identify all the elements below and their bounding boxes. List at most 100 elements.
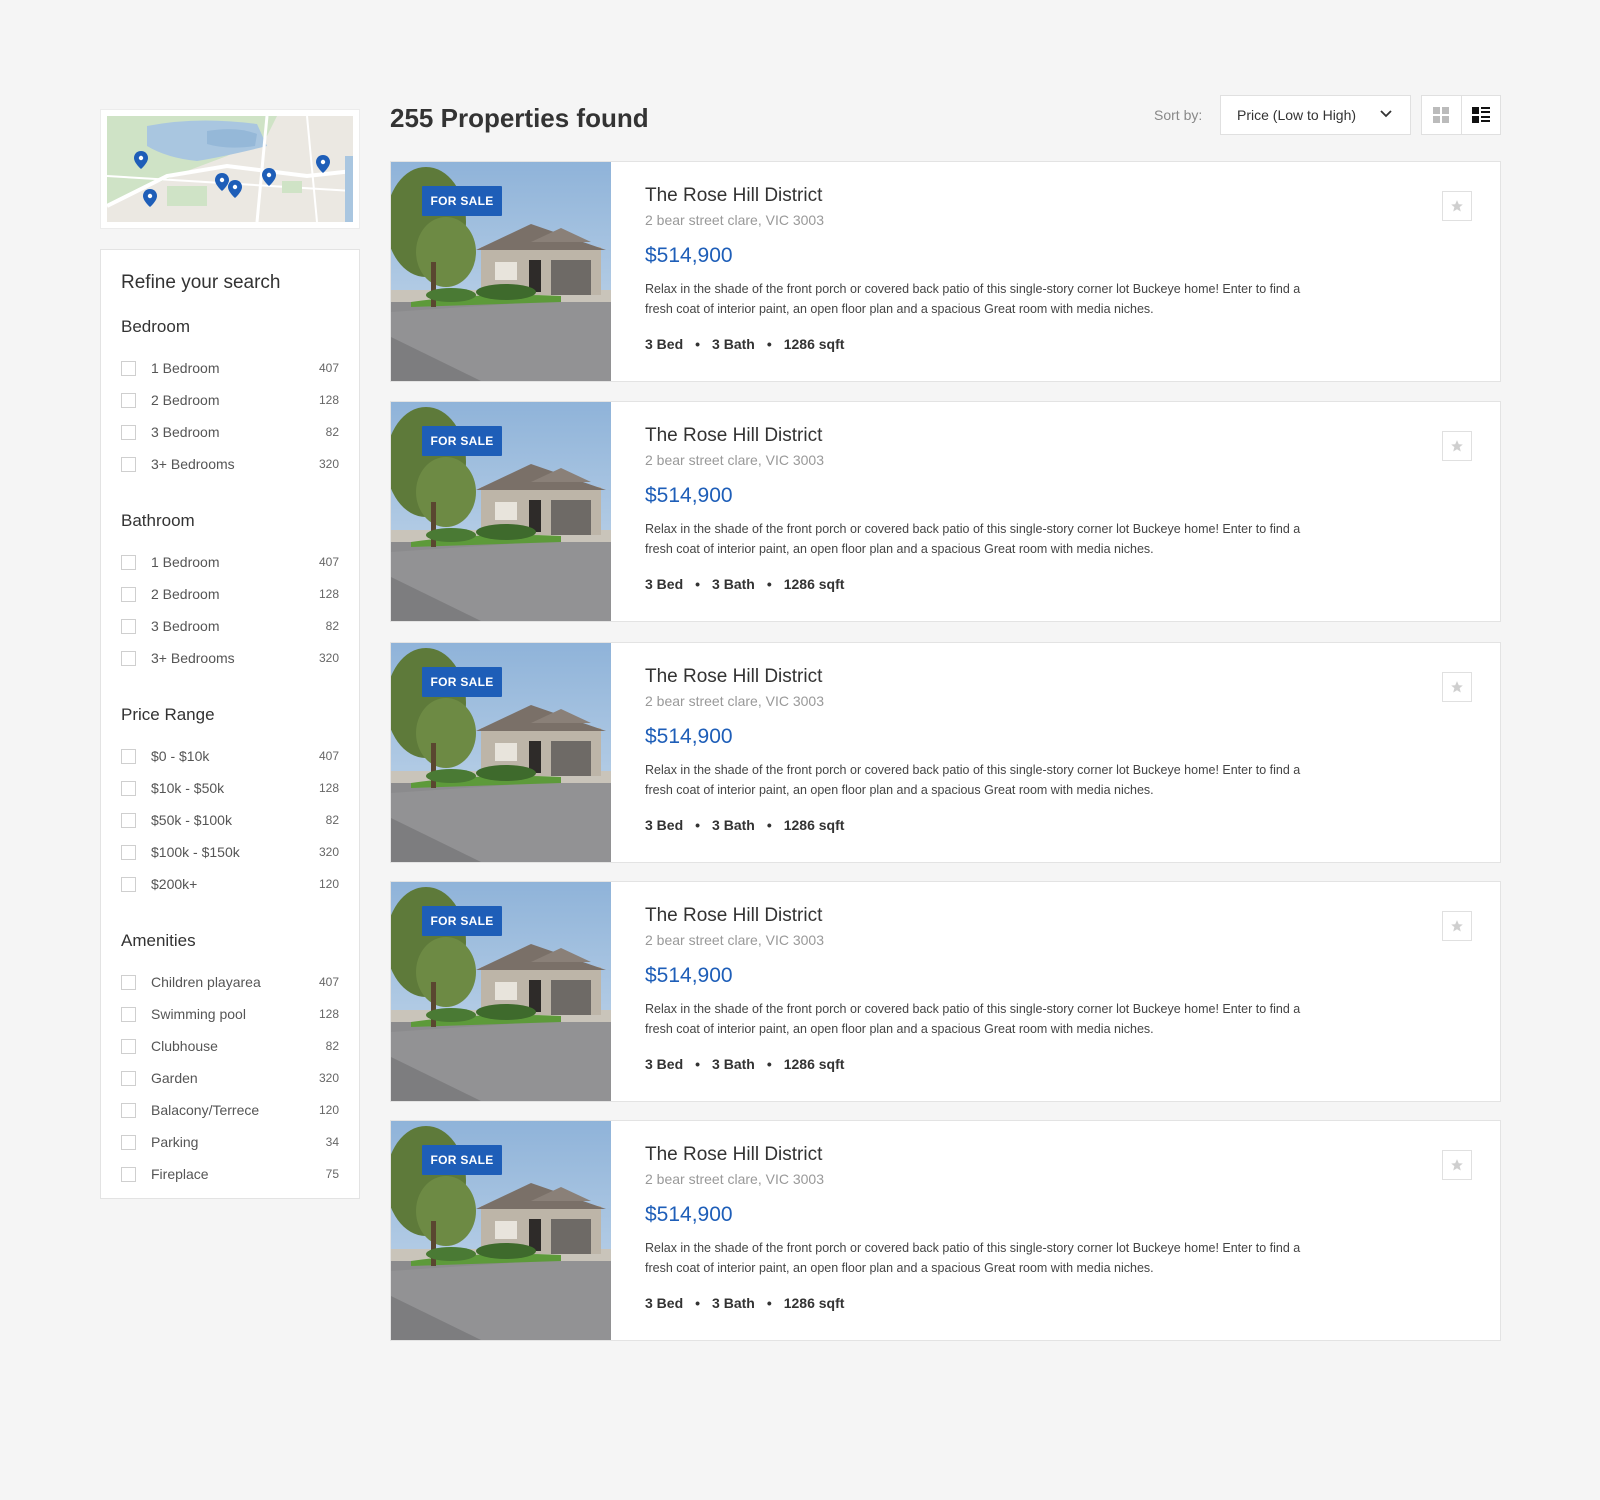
favorite-button[interactable]: [1442, 911, 1472, 941]
filter-checkbox[interactable]: [121, 1038, 136, 1054]
filter-checkbox[interactable]: [121, 392, 136, 408]
for-sale-badge: FOR SALE: [422, 1145, 502, 1175]
sort-selected-value: Price (Low to High): [1237, 107, 1357, 123]
listing-description: Relax in the shade of the front porch or…: [645, 282, 1301, 316]
filter-option-count: 128: [318, 1007, 339, 1021]
filter-checkbox[interactable]: [121, 424, 136, 440]
filter-option[interactable]: $200k+ 120: [121, 868, 339, 900]
filter-option[interactable]: 3 Bedroom 82: [121, 416, 339, 448]
map-thumbnail[interactable]: [100, 109, 360, 229]
listing-description: Relax in the shade of the front porch or…: [645, 522, 1301, 556]
chevron-down-icon: [1380, 110, 1392, 118]
filter-option-label: $100k - $150k: [151, 844, 240, 860]
listing-title[interactable]: The Rose Hill District: [645, 903, 822, 929]
filter-option[interactable]: $10k - $50k 128: [121, 772, 339, 804]
filter-option-count: 82: [325, 425, 339, 439]
listing-title[interactable]: The Rose Hill District: [645, 423, 822, 449]
filter-option-label: Balacony/Terrece: [151, 1102, 260, 1118]
filter-option-count: 82: [325, 813, 339, 827]
filter-checkbox[interactable]: [121, 812, 136, 828]
filter-option-count: 407: [318, 361, 339, 375]
filter-option[interactable]: Children playarea 407: [121, 966, 339, 998]
listing-card[interactable]: FOR SALE The Rose Hill District 2 bear s…: [390, 642, 1501, 863]
separator-dot: •: [695, 336, 701, 352]
filter-option[interactable]: 1 Bedroom 407: [121, 352, 339, 384]
filter-checkbox[interactable]: [121, 1166, 136, 1182]
filter-option-count: 34: [325, 1135, 339, 1149]
filter-checkbox[interactable]: [121, 876, 136, 892]
listing-baths: 3 Bath: [712, 817, 755, 833]
filter-option[interactable]: 3+ Bedrooms 320: [121, 642, 339, 674]
list-view-button[interactable]: [1460, 96, 1500, 134]
separator-dot: •: [766, 817, 772, 833]
filter-checkbox[interactable]: [121, 618, 136, 634]
grid-view-button[interactable]: [1422, 96, 1461, 134]
filter-option[interactable]: 2 Bedroom 128: [121, 578, 339, 610]
filter-checkbox[interactable]: [121, 1070, 136, 1086]
listing-baths: 3 Bath: [712, 336, 755, 352]
filter-checkbox[interactable]: [121, 1134, 136, 1150]
listing-features: 3 Bed • 3 Bath • 1286 sqft: [645, 334, 844, 354]
listing-title[interactable]: The Rose Hill District: [645, 1142, 822, 1168]
map-pins: [134, 151, 330, 207]
filter-option-label: $200k+: [151, 876, 198, 892]
favorite-button[interactable]: [1442, 672, 1472, 702]
filter-option[interactable]: 2 Bedroom 128: [121, 384, 339, 416]
filter-option[interactable]: Swimming pool 128: [121, 998, 339, 1030]
favorite-button[interactable]: [1442, 1150, 1472, 1180]
filter-checkbox[interactable]: [121, 974, 136, 990]
filter-checkbox[interactable]: [121, 360, 136, 376]
filter-option[interactable]: $50k - $100k 82: [121, 804, 339, 836]
listing-description: Relax in the shade of the front porch or…: [645, 1002, 1301, 1036]
filter-group-title: Bathroom: [121, 511, 195, 530]
filter-option[interactable]: 3+ Bedrooms 320: [121, 448, 339, 480]
filter-checkbox[interactable]: [121, 780, 136, 796]
listing-card[interactable]: FOR SALE The Rose Hill District 2 bear s…: [390, 401, 1501, 622]
listing-card[interactable]: FOR SALE The Rose Hill District 2 bear s…: [390, 161, 1501, 382]
filter-checkbox[interactable]: [121, 844, 136, 860]
filter-option-label: Garden: [151, 1070, 198, 1086]
filter-option[interactable]: 3 Bedroom 82: [121, 610, 339, 642]
listing-address: 2 bear street clare, VIC 3003: [645, 212, 824, 228]
map-view[interactable]: [107, 116, 353, 222]
filter-checkbox[interactable]: [121, 748, 136, 764]
favorite-button[interactable]: [1442, 431, 1472, 461]
sort-dropdown[interactable]: Price (Low to High): [1220, 95, 1411, 135]
listing-title[interactable]: The Rose Hill District: [645, 664, 822, 690]
refine-search-title: Refine your search: [121, 272, 281, 293]
star-icon: [1451, 681, 1463, 693]
filter-option[interactable]: Fireplace 75: [121, 1158, 339, 1190]
filter-checkbox[interactable]: [121, 554, 136, 570]
filter-option[interactable]: $0 - $10k 407: [121, 740, 339, 772]
results-count-title: 255 Properties found: [390, 103, 649, 133]
filter-option-count: 82: [325, 619, 339, 633]
listing-features: 3 Bed • 3 Bath • 1286 sqft: [645, 815, 844, 835]
filter-option-label: 1 Bedroom: [151, 360, 220, 376]
listing-area: 1286 sqft: [783, 817, 845, 833]
favorite-button[interactable]: [1442, 191, 1472, 221]
filter-option[interactable]: Clubhouse 82: [121, 1030, 339, 1062]
filter-checkbox[interactable]: [121, 456, 136, 472]
listing-address: 2 bear street clare, VIC 3003: [645, 1171, 824, 1187]
filter-option[interactable]: Balacony/Terrece 120: [121, 1094, 339, 1126]
listing-card[interactable]: FOR SALE The Rose Hill District 2 bear s…: [390, 1120, 1501, 1341]
sort-label: Sort by:: [1154, 107, 1203, 123]
listing-address: 2 bear street clare, VIC 3003: [645, 693, 824, 709]
filter-option[interactable]: 1 Bedroom 407: [121, 546, 339, 578]
filter-option[interactable]: Garden 320: [121, 1062, 339, 1094]
listing-beds: 3 Bed: [645, 1295, 684, 1311]
listing-title[interactable]: The Rose Hill District: [645, 183, 822, 209]
filter-option-label: $0 - $10k: [151, 748, 210, 764]
filter-checkbox[interactable]: [121, 586, 136, 602]
filter-option-label: 3+ Bedrooms: [151, 650, 235, 666]
filter-option[interactable]: $100k - $150k 320: [121, 836, 339, 868]
filter-checkbox[interactable]: [121, 650, 136, 666]
filter-checkbox[interactable]: [121, 1102, 136, 1118]
for-sale-badge: FOR SALE: [422, 426, 502, 456]
listing-card[interactable]: FOR SALE The Rose Hill District 2 bear s…: [390, 881, 1501, 1102]
filter-option[interactable]: Parking 34: [121, 1126, 339, 1158]
for-sale-badge: FOR SALE: [422, 186, 502, 216]
filter-checkbox[interactable]: [121, 1006, 136, 1022]
listing-price: $514,900: [645, 964, 733, 987]
filter-group: Amenities Children playarea 407 Swimming po…: [121, 930, 339, 1190]
